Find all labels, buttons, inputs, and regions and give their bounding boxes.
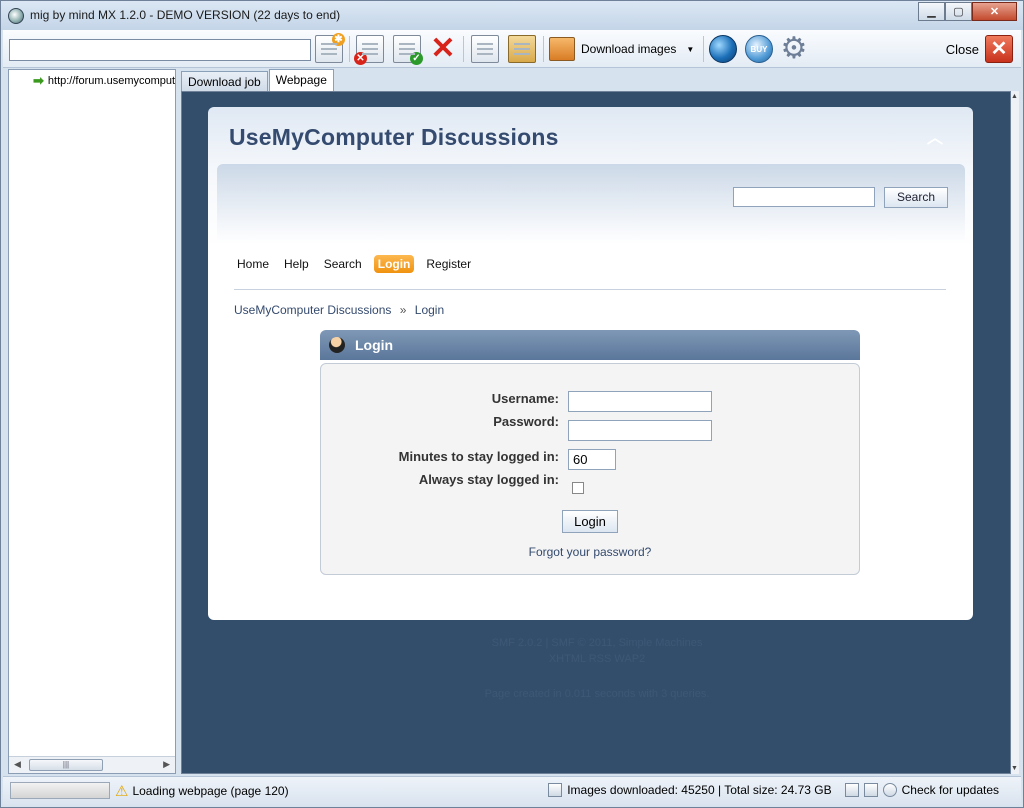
menu-divider [234,289,946,290]
collapse-icon[interactable]: ︿ [927,124,943,148]
forum-container: UseMyComputer Discussions ︿ Search Home … [208,107,973,620]
forum-search-input[interactable] [733,187,875,207]
footer-links[interactable]: XHTML RSS WAP2 [182,653,1010,665]
vertical-scrollbar[interactable]: ▲ ▼ [1011,91,1019,774]
status-stats: Images downloaded: 45250 | Total size: 2… [548,783,999,797]
login-form: Username: Password: Minutes to stay logg… [320,363,860,575]
breadcrumb-current[interactable]: Login [415,303,444,317]
download-images-label: Download images [581,42,677,56]
login-header: Login [320,330,860,360]
download-images-button[interactable]: Download images ▼ [549,34,694,64]
tree-item-label: http://forum.usemycomputer.com [47,75,175,87]
webpage-view: UseMyComputer Discussions ︿ Search Home … [181,91,1011,774]
login-title: Login [355,337,394,353]
download-icon [549,37,575,61]
forgot-password-link[interactable]: Forgot your password? [321,545,859,559]
gear-icon[interactable]: ⚙ [780,34,808,64]
download-status-icon[interactable] [863,783,878,797]
breadcrumb-separator: » [399,303,407,317]
close-job-button[interactable]: Close ✕ [946,35,1013,63]
forum-search-button[interactable]: Search [884,187,948,208]
scroll-down-icon[interactable]: ▼ [1011,765,1018,772]
menu-login[interactable]: Login [373,255,415,273]
minimize-button[interactable]: ▁ [918,2,945,21]
tab-webpage[interactable]: Webpage [268,69,334,92]
scrollbar-thumb[interactable]: ||| [29,759,103,771]
password-label: Password: [493,414,559,429]
minutes-label: Minutes to stay logged in: [398,449,559,464]
job-tree-panel: ➡ http://forum.usemycomputer.com ◀ ||| ▶ [8,69,176,774]
footer-page-time: Page created in 0.011 seconds with 3 que… [484,688,710,700]
tab-strip: Download job Webpage [181,69,335,92]
tab-download-job[interactable]: Download job [181,71,268,92]
window-title: mig by mind MX 1.2.0 - DEMO VERSION (22 … [30,8,341,22]
tree-item-forum[interactable]: ➡ http://forum.usemycomputer.com [33,73,175,89]
scroll-right-icon[interactable]: ▶ [163,759,170,770]
menu-register[interactable]: Register [423,255,474,273]
warning-icon: ⚠ [115,783,129,800]
copy-icon[interactable] [471,35,499,63]
remove-job-icon[interactable]: ✕ [354,35,384,65]
check-updates-link[interactable]: Check for updates [902,783,999,797]
title-bar: mig by mind MX 1.2.0 - DEMO VERSION (22 … [1,1,1023,30]
new-job-icon[interactable]: ✱ [315,33,345,63]
always-label: Always stay logged in: [418,472,559,487]
url-input[interactable] [9,39,311,61]
minutes-field[interactable] [568,449,616,470]
username-label: Username: [491,391,559,406]
approve-job-icon[interactable]: ✓ [393,35,423,65]
user-icon [329,337,345,353]
horizontal-scrollbar[interactable]: ◀ ||| ▶ [9,756,175,773]
close-label: Close [945,41,979,57]
maximize-button[interactable]: ▢ [945,2,972,21]
scroll-left-icon[interactable]: ◀ [14,759,21,770]
toolbar: ✱ ✕ ✓ ✕ Download images ▼ BUY ⚙ Close ✕ [3,30,1021,68]
progress-bar [10,782,110,799]
scroll-up-icon[interactable]: ▲ [1011,93,1018,100]
chevron-down-icon[interactable]: ▼ [686,45,694,54]
chart-icon [548,783,563,797]
app-window: mig by mind MX 1.2.0 - DEMO VERSION (22 … [0,0,1024,808]
stats-text: Images downloaded: 45250 | Total size: 2… [567,783,832,797]
app-logo-icon [8,8,24,24]
globe-icon[interactable] [709,35,737,63]
close-icon: ✕ [985,35,1013,63]
window-close-button[interactable]: ✕ [972,2,1017,21]
login-button[interactable]: Login [562,510,618,533]
forum-title: UseMyComputer Discussions [229,124,559,150]
arrow-right-icon: ➡ [33,73,44,88]
breadcrumb: UseMyComputer Discussions » Login [234,303,444,317]
password-field[interactable] [568,420,712,441]
paste-icon[interactable] [508,35,536,63]
clipboard-icon[interactable] [844,783,859,797]
update-icon[interactable] [882,783,897,797]
always-logged-in-checkbox[interactable] [572,482,584,494]
buy-icon[interactable]: BUY [745,35,773,63]
loading-text: Loading webpage (page 120) [132,784,289,798]
forum-menu: Home Help Search Login Register [234,255,474,273]
breadcrumb-home[interactable]: UseMyComputer Discussions [234,303,391,317]
status-bar: ⚠ Loading webpage (page 120) Images down… [3,776,1021,806]
menu-home[interactable]: Home [234,255,272,273]
footer-copyright: SMF 2.0.2 | SMF © 2011, Simple Machines [491,637,703,649]
delete-icon[interactable]: ✕ [429,34,457,64]
username-field[interactable] [568,391,712,412]
status-loading: ⚠ Loading webpage (page 120) [115,782,289,800]
menu-search[interactable]: Search [321,255,365,273]
menu-help[interactable]: Help [281,255,312,273]
